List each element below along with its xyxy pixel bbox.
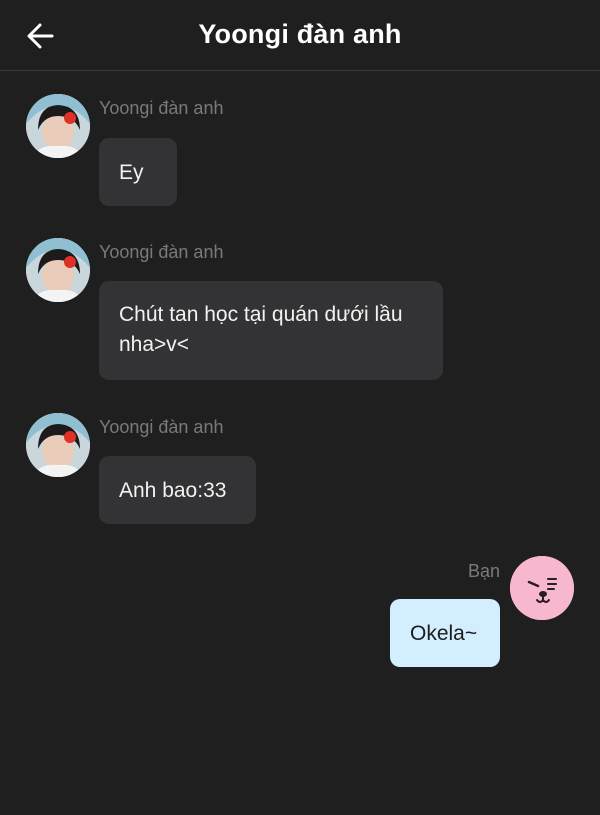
message-bubble[interactable]: Anh bao:33 bbox=[99, 456, 256, 524]
sender-name: Bạn bbox=[467, 561, 500, 581]
avatar-image bbox=[26, 238, 90, 302]
avatar-image bbox=[26, 94, 90, 158]
avatar-image bbox=[26, 413, 90, 477]
sender-name: Yoongi đàn anh bbox=[99, 417, 224, 437]
user-avatar[interactable] bbox=[510, 556, 574, 620]
contact-avatar[interactable] bbox=[26, 94, 90, 158]
contact-avatar[interactable] bbox=[26, 238, 90, 302]
message-bubble[interactable]: Chút tan học tại quán dưới lầu nha>v< bbox=[99, 281, 443, 380]
sender-name: Yoongi đàn anh bbox=[99, 98, 224, 118]
contact-avatar[interactable] bbox=[26, 413, 90, 477]
message-bubble[interactable]: Ey bbox=[99, 138, 177, 206]
message-text-line: Chút tan học tại quán dưới lầu bbox=[119, 303, 403, 326]
sender-name: Yoongi đàn anh bbox=[99, 242, 224, 262]
bear-face-icon bbox=[510, 556, 574, 620]
message-bubble-self[interactable]: Okela~ bbox=[390, 599, 500, 667]
chat-title: Yoongi đàn anh bbox=[198, 19, 402, 49]
app-header: Yoongi đàn anh bbox=[0, 0, 600, 71]
message-text-line: nha>v< bbox=[119, 333, 190, 356]
